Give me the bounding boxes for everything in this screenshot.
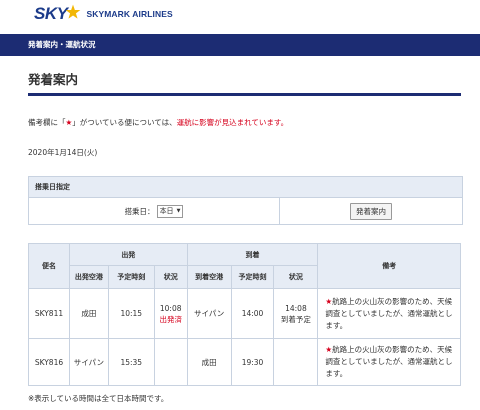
- dep-time: 15:35: [107, 338, 155, 386]
- chevron-down-icon: ▼: [176, 208, 181, 214]
- col-dep-status: 状況: [153, 265, 188, 289]
- notice-emphasis: 運航に影響が見込まれています。: [176, 118, 289, 127]
- arr-status: 14:08 到着予定: [273, 288, 319, 339]
- arr-time: 14:00: [230, 288, 275, 339]
- col-arrival: 到着: [186, 243, 319, 266]
- col-flight: 便名: [28, 243, 70, 289]
- dep-status: [153, 338, 188, 386]
- table-row: SKY816 サイパン 15:35 成田 19:30 ★航路上の火山灰の影響のた…: [28, 338, 461, 386]
- col-dep-airport: 出発空港: [68, 265, 109, 289]
- arr-airport: サイパン: [186, 288, 232, 339]
- remark-text: 航路上の火山灰の影響のため、天候調査としていましたが、通常運航とします。: [325, 345, 453, 378]
- dep-airport: サイパン: [68, 338, 109, 386]
- breadcrumb: 発着案内・運航状況: [28, 40, 96, 49]
- remark-cell: ★航路上の火山灰の影響のため、天候調査としていましたが、通常運航とします。: [317, 338, 461, 386]
- boarding-date-selected: 本日: [159, 207, 174, 215]
- boarding-date-select[interactable]: 本日 ▼: [156, 204, 184, 218]
- dep-airport: 成田: [68, 288, 109, 339]
- skymark-logo[interactable]: SKY SKYMARK AIRLINES: [34, 4, 173, 24]
- breadcrumb-bar: 発着案内・運航状況: [0, 34, 480, 56]
- dep-status: 10:08 出発済: [153, 288, 188, 339]
- arr-status-label: 到着予定: [280, 314, 311, 324]
- notice-text: 備考欄に「★」がついている便については、運航に影響が見込まれています。: [28, 117, 288, 128]
- site-header: SKY SKYMARK AIRLINES: [0, 0, 480, 34]
- boarding-date-header: 搭乗日指定: [29, 177, 462, 198]
- star-icon: [66, 4, 81, 19]
- flight-number: SKY816: [28, 338, 70, 386]
- arr-status: [273, 338, 319, 386]
- dep-status-label: 出発済: [159, 314, 182, 324]
- col-arr-sched: 予定時刻: [230, 265, 275, 289]
- dep-status-time: 10:08: [159, 303, 182, 313]
- footnote: ※表示している時間は全て日本時間です。: [28, 394, 169, 403]
- title-underline: [28, 93, 461, 96]
- remark-cell: ★航路上の火山灰の影響のため、天候調査としていましたが、通常運航とします。: [317, 288, 461, 339]
- boarding-date-panel: 搭乗日指定 搭乗日： 本日 ▼ 発着案内: [28, 176, 463, 225]
- col-departure: 出発: [68, 243, 188, 266]
- arr-airport: 成田: [186, 338, 232, 386]
- logo-airline-name: SKYMARK AIRLINES: [86, 9, 173, 19]
- notice-prefix: 備考欄に「: [28, 118, 66, 127]
- flight-table: 便名 出発 到着 備考 出発空港 予定時刻 状況 到着空港 予定時刻 状況 SK…: [28, 243, 461, 386]
- show-schedule-button[interactable]: 発着案内: [350, 202, 392, 220]
- flight-number: SKY811: [28, 288, 70, 339]
- current-date: 2020年1月14日(火): [28, 148, 98, 157]
- dep-time: 10:15: [107, 288, 155, 339]
- col-remarks: 備考: [317, 243, 461, 289]
- col-arr-status: 状況: [273, 265, 319, 289]
- col-dep-sched: 予定時刻: [107, 265, 155, 289]
- arr-time: 19:30: [230, 338, 275, 386]
- arr-status-time: 14:08: [285, 303, 307, 313]
- col-arr-airport: 到着空港: [186, 265, 232, 289]
- table-row: SKY811 成田 10:15 10:08 出発済 サイパン 14:00 14:…: [28, 288, 461, 339]
- boarding-date-label: 搭乗日：: [124, 206, 155, 216]
- notice-middle: 」がついている便については、: [72, 118, 177, 127]
- logo-sky-text: SKY: [34, 4, 68, 23]
- page-title: 発着案内: [28, 72, 79, 87]
- remark-text: 航路上の火山灰の影響のため、天候調査としていましたが、通常運航とします。: [325, 296, 453, 330]
